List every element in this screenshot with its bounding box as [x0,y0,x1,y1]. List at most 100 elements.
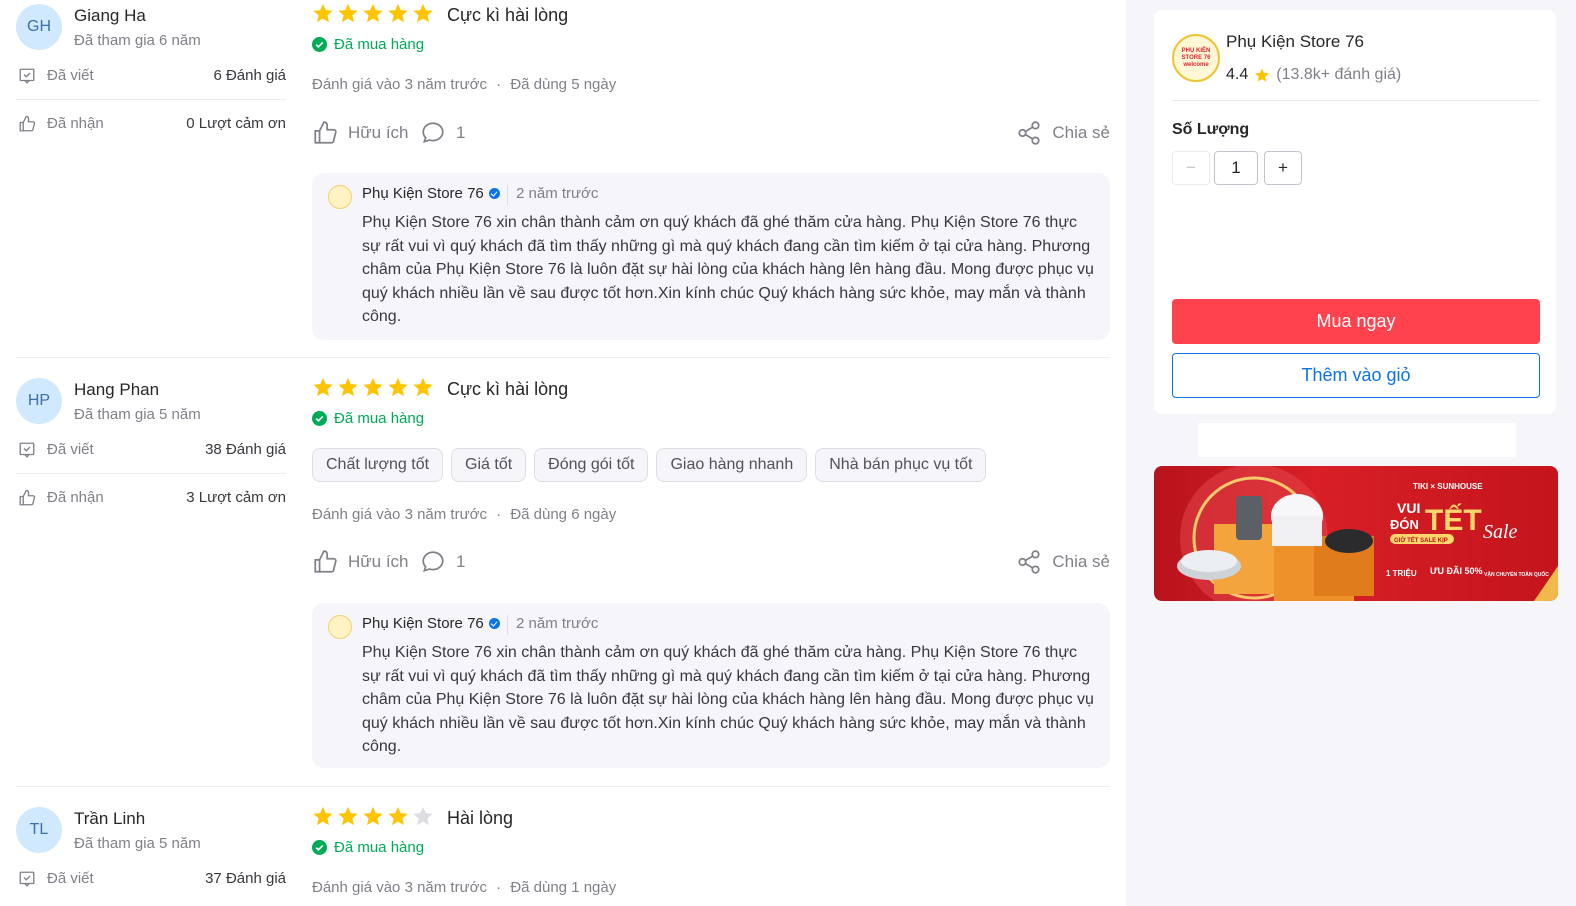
review-title: Cực kì hài lòng [447,379,569,399]
reply-divider [507,615,508,635]
stat-received: Đã nhận 0 Lượt cảm ơn [16,112,286,136]
share-icon [1018,550,1040,574]
promo-banner-art: TIKI × SUNHOUSE VUI ĐÓN TẾT Sale GIỜ TẾT… [1177,466,1558,601]
quantity-increase-button[interactable]: + [1264,151,1302,185]
star-icon [338,806,358,826]
review-written-icon [19,442,35,458]
share-label: Chia sẻ [1052,552,1110,571]
stat-written-value: 6 Đánh giá [213,67,286,84]
reviewer-joined: Đã tham gia 6 năm [74,32,201,49]
stat-received-label: Đã nhận [47,489,104,506]
review-meta: Đánh giá vào 3 năm trước · Đã dùng 1 ngà… [312,879,616,896]
stat-written: Đã viết 6 Đánh giá [16,64,286,88]
star-icon [388,3,408,23]
review-date: Đánh giá vào 3 năm trước [312,506,487,523]
buy-now-button[interactable]: Mua ngay [1172,299,1540,344]
purchased-badge: Đã mua hàng [312,839,424,856]
comment-button[interactable]: 1 [420,118,465,148]
comment-count: 1 [456,552,466,571]
star-icon [363,806,383,826]
share-button[interactable]: Chia sẻ [1016,118,1110,148]
thumbs-up-icon [314,121,337,144]
comment-icon [422,551,444,573]
check-circle-icon [312,37,327,52]
stat-written: Đã viết 38 Đánh giá [16,438,286,462]
stat-written-label: Đã viết [47,441,94,458]
store-logo [328,615,352,639]
reviewer-name: Trần Linh [74,809,146,828]
review-meta: Đánh giá vào 3 năm trước · Đã dùng 5 ngà… [312,76,616,93]
purchase-sidebar: PHỤ KIỆN STORE 76 welcome Phụ Kiện Store… [1126,0,1576,906]
star-icon [313,377,333,397]
share-button[interactable]: Chia sẻ [1016,547,1110,577]
review-written-icon [19,871,35,887]
reply-text: Phụ Kiện Store 76 xin chân thành cảm ơn … [362,214,1094,325]
stat-written-label: Đã viết [47,870,94,887]
banner-sale: Sale [1483,521,1518,543]
stat-received-value: 3 Lượt cảm ơn [186,489,286,506]
usage-duration: Đã dùng 6 ngày [510,506,617,523]
reviewer-joined: Đã tham gia 5 năm [74,835,201,852]
stat-divider [16,473,286,474]
divider [1172,100,1540,101]
purchased-label: Đã mua hàng [334,410,425,427]
stat-divider [16,99,286,100]
store-rating-value: 4.4 [1226,66,1249,83]
star-icon [413,3,433,23]
helpful-button[interactable]: Hữu ích [312,547,409,577]
star-icon [413,377,433,397]
meta-dot: · [496,879,502,896]
review-date: Đánh giá vào 3 năm trước [312,879,487,896]
banner-sub: GIỜ TẾT SALE KỊP [1394,536,1448,544]
helpful-label: Hữu ích [348,552,409,571]
reviewer-joined: Đã tham gia 5 năm [74,406,201,423]
star-icon [338,3,358,23]
purchased-label: Đã mua hàng [334,839,425,856]
promo-banner[interactable]: TIKI × SUNHOUSE VUI ĐÓN TẾT Sale GIỜ TẾT… [1154,466,1558,601]
comment-button[interactable]: 1 [420,547,465,577]
reviews-list: GH Giang Ha Đã tham gia 6 năm Đã viết 6 … [0,0,1126,906]
review-actions: Hữu ích 1 Chia sẻ [312,118,1110,148]
purchased-label: Đã mua hàng [334,36,425,53]
rating-stars [312,376,434,398]
stat-received-label: Đã nhận [47,115,104,132]
review-date: Đánh giá vào 3 năm trước [312,76,487,93]
check-circle-icon [312,840,327,855]
comment-icon [422,122,444,144]
seller-name-text: Phụ Kiện Store 76 [362,185,484,202]
quantity-input[interactable]: 1 [1214,151,1258,185]
star-icon [338,377,358,397]
helpful-button[interactable]: Hữu ích [312,118,409,148]
review-title: Cực kì hài lòng [447,5,569,25]
banner-offer2: ƯU ĐÃI 50% [1430,566,1482,576]
add-to-cart-button[interactable]: Thêm vào giỏ [1172,353,1540,398]
purchased-badge: Đã mua hàng [312,410,424,427]
usage-duration: Đã dùng 5 ngày [510,76,617,93]
star-icon [388,377,408,397]
store-logo[interactable]: PHỤ KIỆN STORE 76 welcome [1172,34,1220,82]
star-icon [1255,68,1270,82]
avatar: GH [16,4,62,50]
rating-stars [312,805,434,827]
check-circle-icon [312,411,327,426]
star-icon [313,806,333,826]
star-icon [363,377,383,397]
stat-written-value: 37 Đánh giá [205,870,286,887]
comment-count: 1 [456,123,466,142]
banner-brand: TIKI × SUNHOUSE [1413,482,1483,491]
store-name[interactable]: Phụ Kiện Store 76 [1226,32,1364,52]
review-attribute-chips: Chất lượng tốt Giá tốt Đóng gói tốt Giao… [312,448,987,482]
store-logo [328,185,352,209]
attribute-chip: Giao hàng nhanh [656,448,808,482]
banner-offer1: 1 TRIỆU [1386,569,1417,578]
attribute-chip: Giá tốt [451,448,527,482]
banner-line1: VUI [1397,500,1420,516]
reply-text: Phụ Kiện Store 76 xin chân thành cảm ơn … [362,644,1094,755]
review-actions: Hữu ích 1 Chia sẻ [312,547,1110,577]
avatar: HP [16,378,62,424]
banner-line2: ĐÓN [1390,517,1419,532]
reply-divider [507,185,508,205]
stat-written-label: Đã viết [47,67,94,84]
seller-reply: Phụ Kiện Store 76 2 năm trước Phụ Kiện S… [312,173,1110,340]
quantity-decrease-button[interactable]: − [1172,151,1210,185]
